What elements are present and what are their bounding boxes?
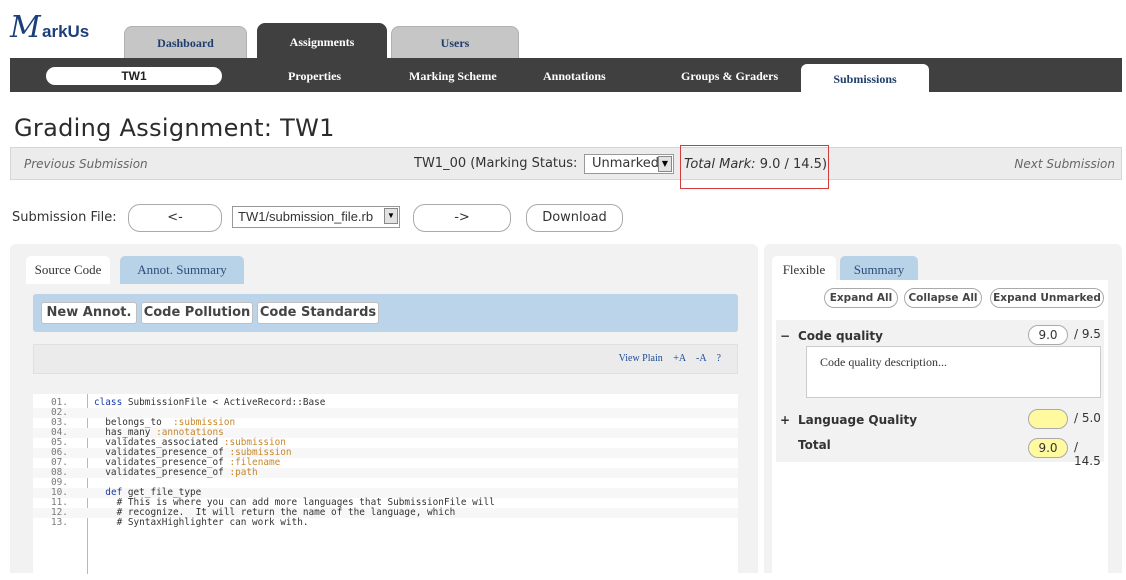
page-title: Grading Assignment: TW1 <box>14 114 335 142</box>
code-keyword: class <box>94 397 123 408</box>
source-code-viewer: 01. class SubmissionFile < ActiveRecord::… <box>33 394 738 574</box>
total-label: Total <box>798 438 831 452</box>
subnav-submissions[interactable]: Submissions <box>801 64 929 92</box>
next-submission-link[interactable]: Next Submission <box>1014 157 1115 171</box>
total-mark-value: 9.0 / 14.5) <box>759 157 828 172</box>
total-row: Total 9.0 / 14.5 <box>776 434 1104 468</box>
line-number: 13. <box>51 517 68 528</box>
help-link[interactable]: ? <box>717 353 721 364</box>
new-annotation-button[interactable]: New Annot. <box>41 302 137 324</box>
tab-assignments[interactable]: Assignments <box>257 23 387 58</box>
code-text: validates_presence_of :path <box>94 467 258 478</box>
logo-text: arkUs <box>42 22 90 41</box>
grading-bar: Previous Submission TW1_00 (Marking Stat… <box>10 147 1122 180</box>
code-panel: Source Code Annot. Summary New Annot. Co… <box>10 244 758 574</box>
expand-unmarked-button[interactable]: Expand Unmarked <box>990 288 1104 308</box>
criterion-name: Code quality <box>798 329 883 343</box>
expand-all-button[interactable]: Expand All <box>824 288 898 308</box>
font-decrease-link[interactable]: -A <box>696 353 706 364</box>
logo-mark: M <box>10 10 41 45</box>
criterion-mark-input[interactable]: 9.0 <box>1028 325 1068 345</box>
subnav-annotations[interactable]: Annotations <box>543 58 606 92</box>
assignment-subnav: TW1 Properties Marking Scheme Annotation… <box>10 58 1122 92</box>
tab-users[interactable]: Users <box>391 26 519 58</box>
annotation-toolbar: New Annot. Code Pollution Code Standards <box>33 294 738 332</box>
marking-panel: Flexible Summary Expand All Collapse All… <box>764 244 1122 580</box>
criterion-out-of: / 9.5 <box>1074 327 1101 341</box>
criterion-toggle[interactable]: + <box>780 413 790 427</box>
criterion-out-of: / 5.0 <box>1074 411 1101 425</box>
tab-dashboard[interactable]: Dashboard <box>124 26 247 58</box>
criterion-name: Language Quality <box>798 413 918 427</box>
file-select-value: TW1/submission_file.rb <box>238 209 374 224</box>
subnav-properties[interactable]: Properties <box>288 58 341 92</box>
total-out-of: / 14.5 <box>1074 440 1101 468</box>
code-standards-button[interactable]: Code Standards <box>257 302 379 324</box>
subnav-groups-graders[interactable]: Groups & Graders <box>681 58 778 92</box>
collapse-all-button[interactable]: Collapse All <box>904 288 982 308</box>
previous-file-button[interactable]: <- <box>128 204 222 232</box>
dropdown-arrow-icon: ▼ <box>384 208 398 224</box>
criterion-language-quality: + Language Quality / 5.0 <box>776 404 1104 434</box>
criterion-description: Code quality description... <box>806 346 1101 398</box>
view-plain-link[interactable]: View Plain <box>619 353 663 364</box>
marking-status-select[interactable]: Unmarked ▼ <box>584 154 674 174</box>
tab-source-code[interactable]: Source Code <box>26 256 110 284</box>
file-select[interactable]: TW1/submission_file.rb ▼ <box>232 206 400 228</box>
criterion-mark-input[interactable] <box>1028 409 1068 429</box>
view-links: View Plain +A -A ? <box>611 353 721 364</box>
next-file-button[interactable]: -> <box>413 204 511 232</box>
font-increase-link[interactable]: +A <box>673 353 685 364</box>
code-pollution-button[interactable]: Code Pollution <box>141 302 253 324</box>
assignment-selector[interactable]: TW1 <box>46 67 222 85</box>
code-line[interactable]: 13. # SyntaxHighlighter can work with. <box>33 518 738 528</box>
code-comment: # SyntaxHighlighter can work with. <box>94 517 309 528</box>
rubric-container: Expand All Collapse All Expand Unmarked … <box>772 280 1108 580</box>
total-mark-pill: 9.0 <box>1028 438 1068 458</box>
subnav-marking-scheme[interactable]: Marking Scheme <box>409 58 497 92</box>
total-mark: Total Mark: 9.0 / 14.5) <box>684 157 827 172</box>
total-mark-label: Total Mark: <box>684 157 756 172</box>
download-button[interactable]: Download <box>526 204 623 232</box>
code-view-bar: View Plain +A -A ? <box>33 344 738 374</box>
tab-annot-summary[interactable]: Annot. Summary <box>120 256 244 284</box>
markus-logo[interactable]: M arkUs <box>10 10 120 46</box>
dropdown-arrow-icon: ▼ <box>658 156 672 172</box>
submission-name: TW1_00 (Marking Status: <box>414 156 578 171</box>
submission-file-label: Submission File: <box>12 210 117 225</box>
marking-status-value: Unmarked <box>592 156 660 171</box>
code-text: class SubmissionFile < ActiveRecord::Bas… <box>94 397 326 408</box>
code-line[interactable]: 01. class SubmissionFile < ActiveRecord::… <box>33 398 738 408</box>
previous-submission-link[interactable]: Previous Submission <box>24 157 148 171</box>
code-line[interactable]: 08. validates_presence_of :path <box>33 468 738 478</box>
criterion-toggle[interactable]: − <box>780 329 790 343</box>
